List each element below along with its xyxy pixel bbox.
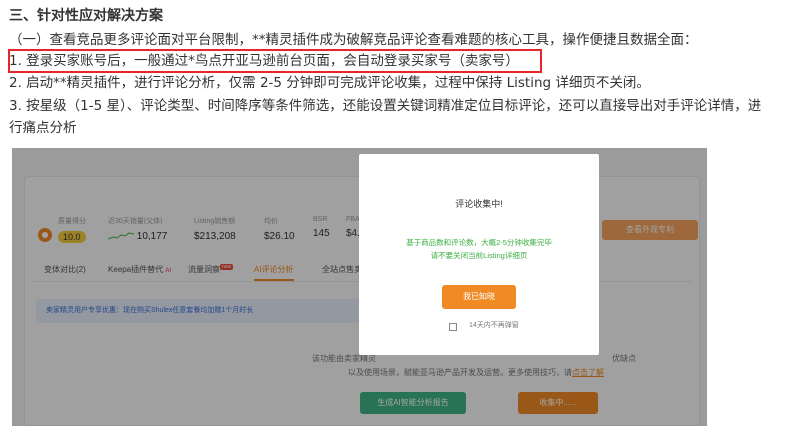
step-3-text-continued: 行痛点分析 <box>9 120 77 136</box>
plugin-screenshot: 质量得分 10.0 近30天销量(父体) 10,177 Listing销售额 $… <box>12 148 707 426</box>
paragraph-intro: （一）查看竞品更多评论面对平台限制，**精灵插件成为破解竞品评论查看难题的核心工… <box>9 32 698 48</box>
section-heading: 三、针对性应对解决方案 <box>9 8 163 24</box>
collecting-modal: 评论收集中! 基于商品数和评论数，大概2-5分钟收集完毕 请不要关闭当前List… <box>359 154 599 355</box>
dont-show-label: 14天内不再弹窗 <box>469 322 519 329</box>
modal-body: 基于商品数和评论数，大概2-5分钟收集完毕 请不要关闭当前Listing详细页 <box>406 238 552 260</box>
red-highlight-box <box>8 49 542 73</box>
modal-title: 评论收集中! <box>455 199 503 209</box>
dont-show-checkbox[interactable] <box>449 323 457 331</box>
step-2-text: 2. 启动**精灵插件，进行评论分析，仅需 2-5 分钟即可完成评论收集，过程中… <box>9 75 650 91</box>
acknowledge-button[interactable]: 我已知晓 <box>442 285 516 309</box>
step-3-text: 3. 按星级（1-5 星）、评论类型、时间降序等条件筛选，还能设置关键词精准定位… <box>9 98 762 114</box>
